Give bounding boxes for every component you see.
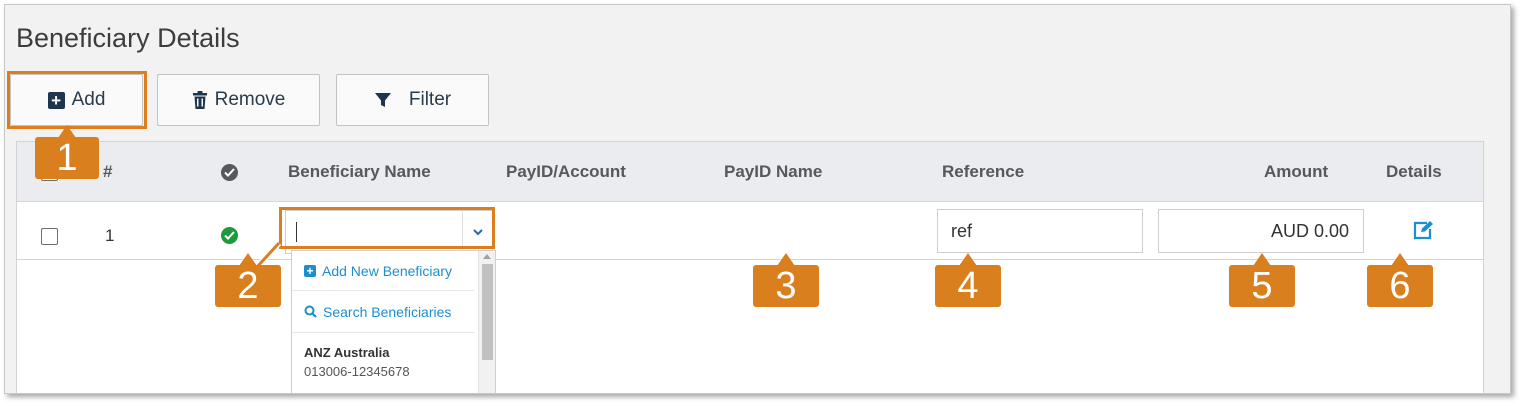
filter-button[interactable]: Filter xyxy=(336,74,489,126)
beneficiary-option[interactable]: ANZ Australia 013006-12345678 xyxy=(304,345,410,379)
header-payid-account[interactable]: PayID/Account xyxy=(506,162,626,182)
plus-square-icon: + xyxy=(304,264,316,277)
header-amount[interactable]: Amount xyxy=(1264,162,1328,182)
remove-button-label: Remove xyxy=(214,89,286,110)
page-title: Beneficiary Details xyxy=(16,23,240,53)
beneficiary-dropdown: + Add New Beneficiary Search Beneficiari… xyxy=(291,250,496,393)
amount-input[interactable]: AUD 0.00 xyxy=(1158,209,1364,253)
status-header-icon xyxy=(221,164,238,181)
row-status-check-icon xyxy=(221,227,238,244)
beneficiary-option-name: ANZ Australia xyxy=(304,345,390,360)
beneficiary-option-account: 013006-12345678 xyxy=(304,364,410,379)
callout-1: 1 xyxy=(35,125,99,179)
scroll-up-arrow-icon[interactable] xyxy=(483,254,491,259)
reference-value: ref xyxy=(951,220,973,241)
filter-icon xyxy=(374,93,391,107)
remove-button[interactable]: Remove xyxy=(157,74,320,126)
filter-button-label: Filter xyxy=(408,89,452,110)
trash-icon xyxy=(192,91,207,109)
header-reference[interactable]: Reference xyxy=(942,162,1024,182)
table-header: # Beneficiary Name PayID/Account PayID N… xyxy=(17,142,1483,202)
beneficiary-select-highlight xyxy=(279,207,495,249)
edit-details-button[interactable] xyxy=(1412,220,1434,245)
edit-icon xyxy=(1413,221,1433,240)
dropdown-scrollbar[interactable] xyxy=(478,251,495,393)
scrollbar-thumb[interactable] xyxy=(482,264,493,360)
search-icon xyxy=(304,305,317,318)
row-checkbox[interactable] xyxy=(41,228,58,245)
add-new-beneficiary-option[interactable]: + Add New Beneficiary xyxy=(292,251,474,291)
header-details: Details xyxy=(1386,162,1442,181)
callout-5: 5 xyxy=(1229,253,1295,307)
table-row: 1 ref AUD 0.00 xyxy=(17,202,1483,260)
header-beneficiary-name[interactable]: Beneficiary Name xyxy=(288,162,431,182)
reference-input[interactable]: ref xyxy=(937,209,1143,253)
callout-6: 6 xyxy=(1367,253,1433,307)
header-number: # xyxy=(103,162,113,181)
beneficiary-details-panel: Beneficiary Details + Add Remove Filter … xyxy=(4,4,1511,394)
amount-value: AUD 0.00 xyxy=(1270,220,1349,241)
header-payid-name[interactable]: PayID Name xyxy=(724,162,822,182)
search-beneficiaries-option[interactable]: Search Beneficiaries xyxy=(292,291,474,333)
add-new-beneficiary-label: Add New Beneficiary xyxy=(322,262,452,279)
row-number: 1 xyxy=(105,226,115,245)
callout-2: 2 xyxy=(215,253,281,307)
search-beneficiaries-label: Search Beneficiaries xyxy=(323,303,452,320)
callout-4: 4 xyxy=(935,253,1001,307)
add-button-highlight xyxy=(7,71,147,129)
callout-3: 3 xyxy=(753,253,819,307)
